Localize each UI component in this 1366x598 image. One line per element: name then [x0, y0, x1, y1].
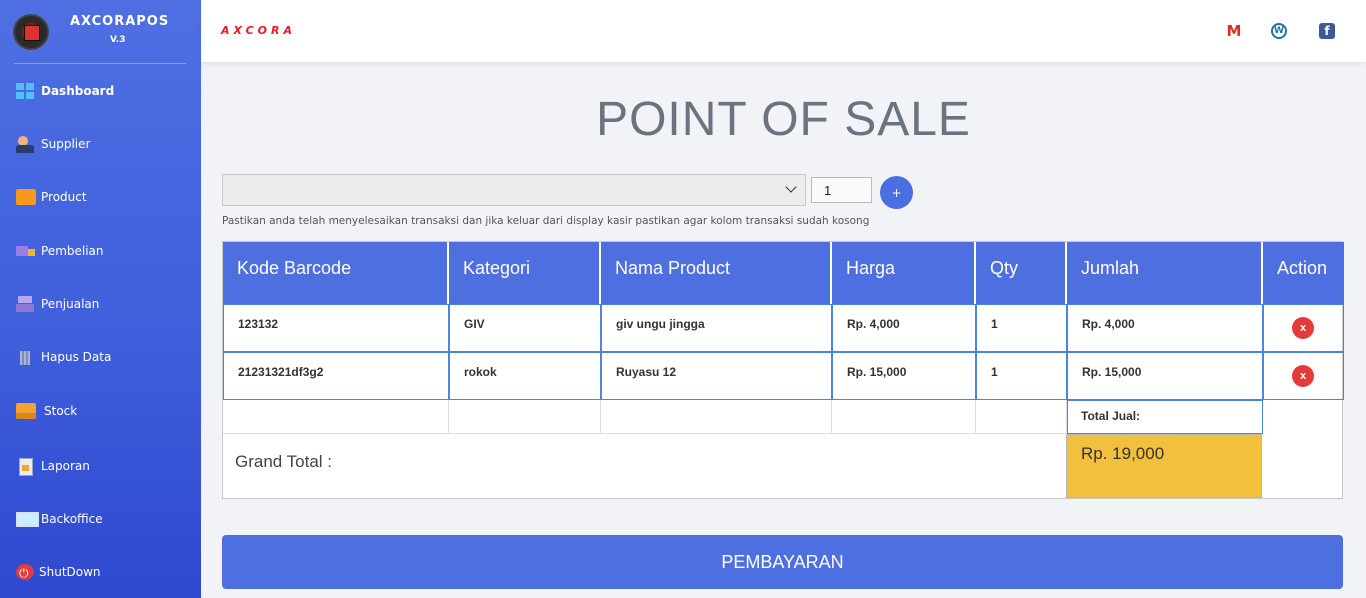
column-header-nama-product: Nama Product	[601, 242, 832, 304]
sidebar: AXCORAPOS V.3 Dashboard Supplier Product…	[0, 0, 201, 598]
supplier-icon	[16, 136, 36, 153]
transaction-table: Kode Barcode Kategori Nama Product Harga…	[222, 241, 1344, 499]
column-header-qty: Qty	[976, 242, 1067, 304]
gmail-icon[interactable]: M	[1225, 22, 1243, 40]
cell-nama-product: Ruyasu 12	[601, 352, 832, 400]
trash-icon	[16, 349, 36, 365]
sidebar-item-label: Pembelian	[41, 244, 104, 258]
sidebar-item-shutdown[interactable]: ShutDown	[0, 557, 201, 587]
cell-action: x	[1263, 304, 1344, 352]
facebook-icon[interactable]: f	[1319, 23, 1335, 39]
brand-name: AXCORAPOS	[70, 14, 170, 29]
empty-cell	[223, 400, 449, 434]
sidebar-item-hapus-data[interactable]: Hapus Data	[0, 342, 201, 372]
column-header-action: Action	[1263, 242, 1344, 304]
empty-cell	[601, 400, 832, 434]
cell-nama-product: giv ungu jingga	[601, 304, 832, 352]
total-jual-label: Total Jual:	[1081, 409, 1141, 423]
sidebar-item-label: Penjualan	[41, 297, 100, 311]
sidebar-item-stock[interactable]: Stock	[0, 396, 201, 426]
sidebar-item-laporan[interactable]: Laporan	[0, 451, 201, 481]
empty-cell	[976, 400, 1067, 434]
column-header-harga: Harga	[832, 242, 976, 304]
grand-total-value: Rp. 19,000	[1066, 434, 1262, 498]
pembayaran-button[interactable]: PEMBAYARAN	[222, 535, 1343, 589]
cell-action: x	[1263, 352, 1344, 400]
top-bar: AXCORA M W f	[201, 0, 1366, 62]
sidebar-item-label: Backoffice	[41, 512, 103, 526]
truck-icon	[16, 243, 36, 259]
sidebar-item-penjualan[interactable]: Penjualan	[0, 289, 201, 319]
sidebar-item-product[interactable]: Product	[0, 182, 201, 212]
cash-register-icon	[16, 296, 36, 312]
product-icon	[16, 189, 36, 205]
sidebar-item-label: Dashboard	[41, 84, 115, 98]
cell-jumlah: Rp. 4,000	[1067, 304, 1263, 352]
cell-kode-barcode: 123132	[223, 304, 449, 352]
grand-total-label: Grand Total :	[235, 452, 333, 471]
empty-cell	[832, 400, 976, 434]
page-title: POINT OF SALE	[596, 93, 971, 146]
sidebar-item-backoffice[interactable]: Backoffice	[0, 504, 201, 534]
sidebar-item-label: Laporan	[41, 459, 90, 473]
brand-version: V.3	[110, 35, 126, 45]
windows-icon	[16, 83, 36, 99]
cell-harga: Rp. 15,000	[832, 352, 976, 400]
empty-cell	[449, 400, 601, 434]
cell-qty: 1	[976, 304, 1067, 352]
sidebar-item-label: Stock	[44, 404, 78, 418]
sidebar-item-supplier[interactable]: Supplier	[0, 129, 201, 159]
sidebar-item-label: Hapus Data	[41, 350, 112, 364]
chevron-down-icon	[785, 181, 797, 193]
cell-qty: 1	[976, 352, 1067, 400]
cell-kategori: rokok	[449, 352, 601, 400]
hint-text: Pastikan anda telah menyelesaikan transa…	[222, 215, 870, 227]
power-icon	[16, 564, 34, 582]
cell-harga: Rp. 4,000	[832, 304, 976, 352]
sidebar-item-label: Product	[41, 190, 87, 204]
delete-row-button[interactable]: x	[1292, 365, 1314, 387]
add-item-button[interactable]: +	[880, 176, 913, 209]
axcora-logo[interactable]: AXCORA	[221, 24, 296, 37]
box-icon	[16, 403, 36, 419]
sidebar-item-pembelian[interactable]: Pembelian	[0, 236, 201, 266]
divider	[14, 63, 186, 64]
sidebar-item-label: ShutDown	[39, 565, 101, 579]
quantity-input[interactable]	[811, 177, 872, 203]
product-select[interactable]	[222, 174, 806, 206]
app-logo-icon	[13, 14, 49, 50]
column-header-jumlah: Jumlah	[1067, 242, 1263, 304]
delete-row-button[interactable]: x	[1292, 317, 1314, 339]
cell-kode-barcode: 21231321df3g2	[223, 352, 449, 400]
total-jual-cell: Total Jual:	[1067, 400, 1263, 434]
cell-jumlah: Rp. 15,000	[1067, 352, 1263, 400]
column-header-kode-barcode: Kode Barcode	[223, 242, 449, 304]
column-header-kategori: Kategori	[449, 242, 601, 304]
sidebar-item-label: Supplier	[41, 137, 91, 151]
cell-kategori: GIV	[449, 304, 601, 352]
monitor-icon	[16, 511, 39, 527]
wordpress-icon[interactable]: W	[1271, 23, 1287, 39]
sidebar-item-dashboard[interactable]: Dashboard	[0, 76, 201, 106]
brand: AXCORAPOS V.3	[0, 0, 201, 64]
report-icon	[16, 458, 36, 476]
